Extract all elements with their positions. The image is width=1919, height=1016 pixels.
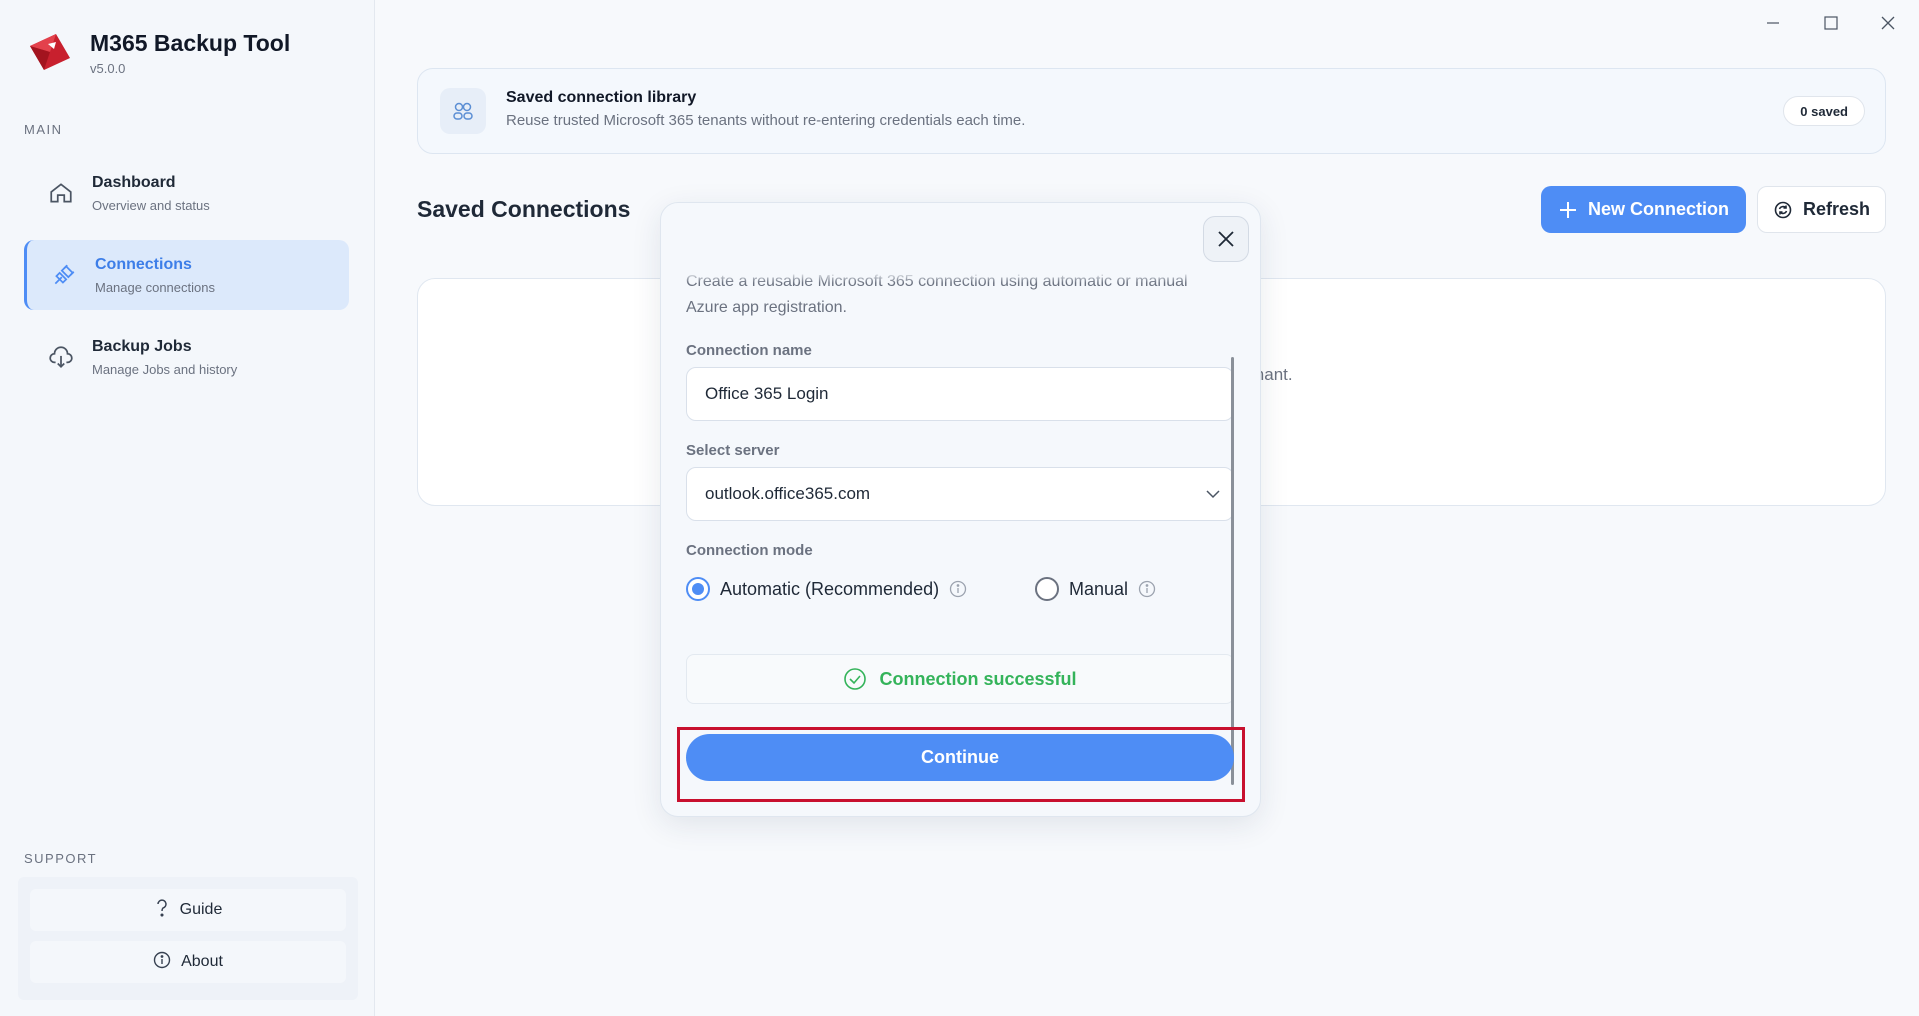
connection-name-input[interactable]: Office 365 Login (686, 367, 1234, 421)
about-label: About (181, 953, 223, 970)
close-icon (1218, 231, 1234, 247)
plus-icon (1559, 201, 1576, 218)
close-icon (1881, 16, 1895, 30)
connection-status-text: Connection successful (879, 668, 1077, 689)
refresh-icon (1774, 201, 1792, 218)
minimize-icon (1767, 22, 1779, 24)
page-title: Saved Connections (417, 196, 631, 222)
mode-automatic-label: Automatic (Recommended) (720, 578, 940, 599)
about-button[interactable]: About (30, 941, 346, 983)
chevron-down-icon (1206, 490, 1220, 499)
radio-checked-icon (686, 577, 710, 601)
connection-name-label: Connection name (686, 342, 812, 359)
info-icon (153, 951, 171, 974)
mode-manual-radio[interactable]: Manual (1035, 577, 1156, 601)
saved-count-badge: 0 saved (1783, 96, 1865, 126)
support-section-label: SUPPORT (24, 851, 98, 866)
server-value: outlook.office365.com (705, 484, 871, 503)
dialog-scrollbar[interactable] (1231, 357, 1234, 785)
sidebar-item-subtitle: Manage Jobs and history (92, 361, 238, 377)
refresh-label: Refresh (1802, 199, 1871, 219)
connection-mode-label: Connection mode (686, 542, 813, 559)
mode-manual-label: Manual (1069, 578, 1129, 599)
minimize-button[interactable] (1753, 10, 1793, 36)
app-title: M365 Backup Tool (90, 30, 291, 56)
connection-name-value: Office 365 Login (705, 384, 829, 403)
sidebar-item-connections[interactable]: Connections Manage connections (24, 240, 349, 310)
saved-connection-library-banner: Saved connection library Reuse trusted M… (417, 68, 1886, 154)
sidebar-item-subtitle: Overview and status (92, 197, 210, 213)
sidebar-item-title: Dashboard (92, 173, 176, 191)
brand: M365 Backup Tool v5.0.0 (26, 30, 290, 76)
dialog-close-button[interactable] (1203, 216, 1249, 262)
sidebar-item-title: Connections (95, 255, 192, 273)
info-icon[interactable] (949, 580, 967, 598)
server-select[interactable]: outlook.office365.com (686, 467, 1234, 521)
continue-highlight-box (677, 727, 1245, 802)
close-window-button[interactable] (1868, 10, 1908, 36)
users-icon (440, 88, 486, 134)
banner-subtitle: Reuse trusted Microsoft 365 tenants with… (506, 112, 1026, 129)
envelope-logo-icon (30, 34, 70, 70)
refresh-button[interactable]: Refresh (1757, 186, 1886, 233)
check-circle-icon (844, 668, 867, 690)
sidebar-item-backup-jobs[interactable]: Backup Jobs Manage Jobs and history (24, 322, 349, 392)
connection-status: Connection successful (686, 654, 1234, 704)
new-connection-dialog: Create a reusable Microsoft 365 connecti… (660, 202, 1261, 817)
banner-title: Saved connection library (506, 89, 697, 106)
scroll-fade (661, 267, 1201, 283)
sidebar-item-dashboard[interactable]: Dashboard Overview and status (24, 158, 349, 228)
info-icon[interactable] (1138, 580, 1156, 598)
server-label: Select server (686, 442, 780, 459)
sidebar-item-subtitle: Manage connections (95, 279, 215, 295)
app-version: v5.0.0 (90, 61, 126, 76)
maximize-icon (1824, 16, 1838, 30)
new-connection-button[interactable]: New Connection (1541, 186, 1746, 233)
question-icon (154, 898, 170, 922)
radio-unchecked-icon (1035, 577, 1059, 601)
cloud-download-icon (46, 342, 76, 372)
sidebar-item-title: Backup Jobs (92, 337, 192, 355)
maximize-button[interactable] (1811, 10, 1851, 36)
support-panel: Guide About (18, 877, 358, 1000)
new-connection-label: New Connection (1587, 199, 1729, 219)
guide-button[interactable]: Guide (30, 889, 346, 931)
guide-label: Guide (179, 901, 223, 918)
plug-icon (49, 260, 79, 290)
sidebar: M365 Backup Tool v5.0.0 MAIN Dashboard O… (0, 0, 375, 1016)
home-icon (46, 178, 76, 208)
mode-automatic-radio[interactable]: Automatic (Recommended) (686, 577, 967, 601)
main-section-label: MAIN (24, 122, 63, 137)
